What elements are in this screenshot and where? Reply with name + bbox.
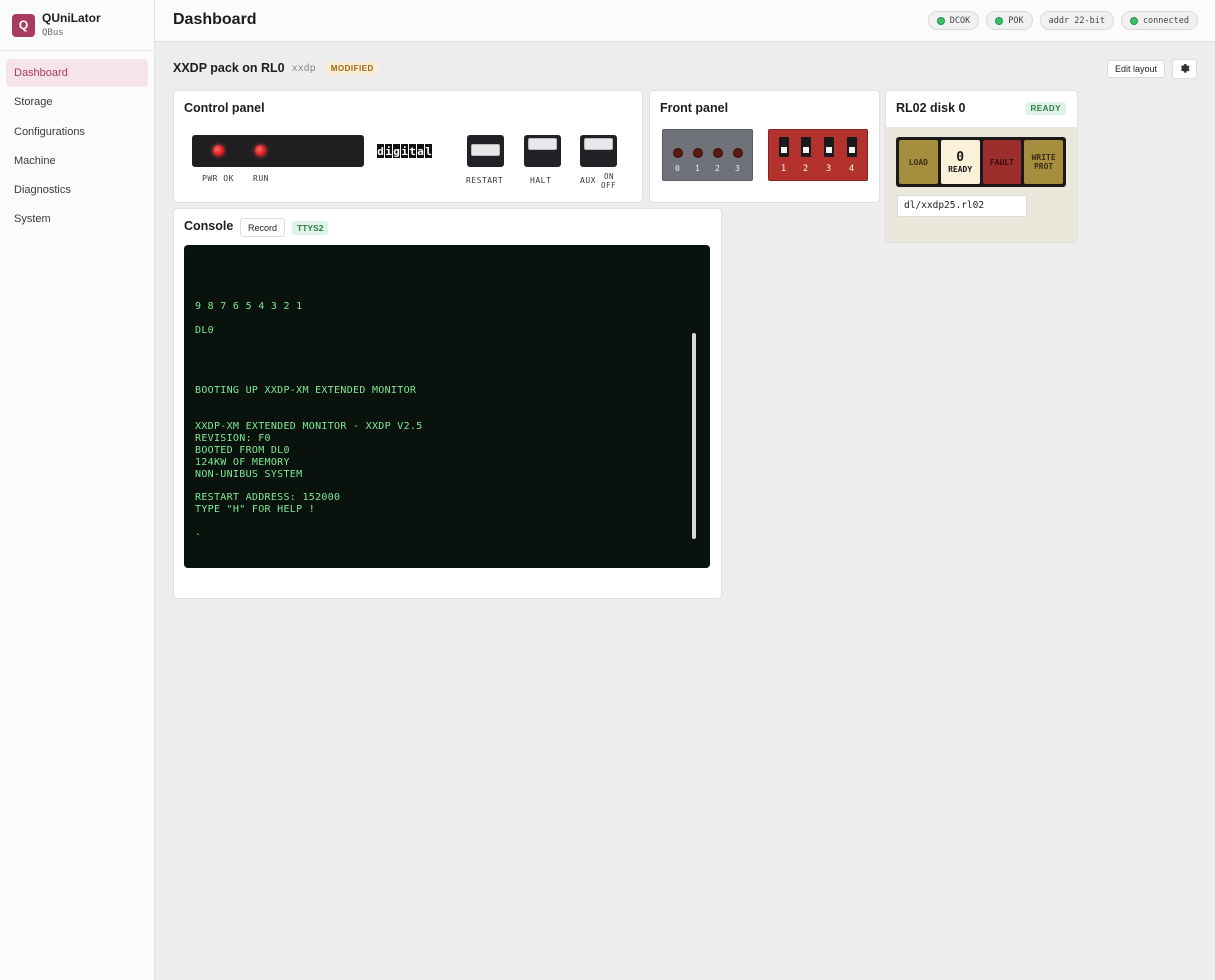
- gear-icon: [1180, 64, 1190, 73]
- status-pok: POK: [986, 11, 1033, 30]
- pwr-ok-label: PWR OK: [202, 174, 234, 183]
- pack-header: XXDP pack on RL0 xxdp MODIFIED: [173, 61, 379, 75]
- status-connected: connected: [1120, 11, 1198, 30]
- status-addr: addr 22-bit: [1039, 11, 1114, 30]
- disk-image-path[interactable]: dl/xxdp25.rl02: [897, 195, 1027, 217]
- app-logo: Q: [12, 13, 35, 37]
- dip-switch-2[interactable]: [801, 137, 811, 157]
- status-dot-icon: [1129, 16, 1138, 25]
- sidebar-item-diagnostics[interactable]: Diagnostics: [6, 176, 148, 204]
- sidebar-item-configurations[interactable]: Configurations: [6, 118, 148, 146]
- console-title: Console: [184, 219, 234, 233]
- sidebar-nav: Dashboard Storage Configurations Machine…: [0, 51, 154, 243]
- terminal-line: REVISION: F0: [195, 433, 271, 444]
- app-subtitle: QBus: [42, 27, 64, 38]
- terminal-line: TYPE "H" FOR HELP !: [195, 504, 316, 515]
- page-title: Dashboard: [173, 11, 257, 28]
- rl02-card: RL02 disk 0 READY LOAD 0 READY FAULT WRI…: [885, 90, 1078, 243]
- digital-logo: d i g i t a l: [377, 144, 432, 158]
- terminal-line: 9 8 7 6 5 4 3 2 1: [195, 301, 303, 312]
- load-button[interactable]: LOAD: [899, 140, 938, 184]
- aux-on-label: ON: [604, 172, 615, 181]
- edit-layout-button[interactable]: Edit layout: [1107, 60, 1166, 78]
- led-1-icon: [693, 148, 703, 158]
- run-led-icon: [255, 145, 266, 156]
- topbar: Dashboard DCOK POK addr 22-bit connected: [155, 0, 1215, 42]
- dip-switch-bank: 1 2 3 4: [768, 129, 868, 181]
- brand: Q QUniLator QBus: [0, 0, 154, 51]
- unit-number: 0: [956, 149, 965, 165]
- dip-label: 3: [826, 164, 832, 174]
- lamp-box: [192, 135, 364, 167]
- led-label: 0: [675, 164, 680, 173]
- record-button[interactable]: Record: [240, 218, 286, 237]
- terminal-line: .: [195, 527, 202, 538]
- ready-badge: READY: [1025, 102, 1066, 115]
- aux-switch[interactable]: [580, 135, 617, 167]
- sidebar-item-storage[interactable]: Storage: [6, 88, 148, 116]
- terminal-line: XXDP-XM EXTENDED MONITOR - XXDP V2.5: [195, 421, 423, 432]
- pack-subtitle: xxdp: [291, 62, 316, 74]
- control-panel-title: Control panel: [184, 101, 265, 115]
- console-card: Console Record TTYS2 9 8 7 6 5 4 3 2 1 D…: [173, 208, 722, 599]
- modified-badge: MODIFIED: [325, 61, 379, 75]
- status-dot-icon: [995, 16, 1004, 25]
- aux-label: AUX: [580, 176, 596, 185]
- halt-label: HALT: [530, 176, 552, 185]
- led-label: 2: [715, 164, 720, 173]
- dip-label: 4: [849, 164, 855, 174]
- restart-switch[interactable]: [467, 135, 504, 167]
- status-dcok: DCOK: [927, 11, 980, 30]
- led-label: 3: [735, 164, 740, 173]
- led-0-icon: [673, 148, 683, 158]
- sidebar-item-system[interactable]: System: [6, 205, 148, 233]
- dip-switch-1[interactable]: [779, 137, 789, 157]
- sidebar-item-dashboard[interactable]: Dashboard: [6, 59, 148, 87]
- dip-switch-3[interactable]: [824, 137, 834, 157]
- status-pills: DCOK POK addr 22-bit connected: [927, 11, 1198, 30]
- terminal[interactable]: 9 8 7 6 5 4 3 2 1 DL0 BOOTING UP XXDP-XM…: [184, 245, 710, 568]
- terminal-line: BOOTED FROM DL0: [195, 445, 290, 456]
- terminal-line: NON-UNIBUS SYSTEM: [195, 469, 303, 480]
- terminal-scrollbar[interactable]: [692, 333, 696, 539]
- led-label: 1: [695, 164, 700, 173]
- pack-title: XXDP pack on RL0: [173, 61, 285, 75]
- led-3-icon: [733, 148, 743, 158]
- dip-label: 2: [803, 164, 809, 174]
- sidebar: Q QUniLator QBus Dashboard Storage Confi…: [0, 0, 155, 980]
- led-bank: 0 1 2 3: [662, 129, 753, 181]
- front-panel-title: Front panel: [660, 101, 729, 115]
- control-panel-card: Control panel PWR OK RUN d i g i t a l R…: [173, 90, 643, 203]
- pwr-ok-led-icon: [213, 145, 224, 156]
- write-protect-button[interactable]: WRITE PROT: [1024, 140, 1063, 184]
- fault-button[interactable]: FAULT: [982, 140, 1022, 184]
- front-panel-card: Front panel 0 1 2 3 1 2 3 4: [649, 90, 880, 203]
- rl02-button-row: LOAD 0 READY FAULT WRITE PROT: [896, 137, 1066, 187]
- terminal-line: BOOTING UP XXDP-XM EXTENDED MONITOR: [195, 385, 417, 396]
- led-2-icon: [713, 148, 723, 158]
- dip-switch-4[interactable]: [847, 137, 857, 157]
- run-label: RUN: [253, 174, 269, 183]
- dip-label: 1: [781, 164, 787, 174]
- settings-button[interactable]: [1172, 59, 1197, 79]
- terminal-line: 124KW OF MEMORY: [195, 457, 290, 468]
- status-dot-icon: [936, 16, 945, 25]
- terminal-line: RESTART ADDRESS: 152000: [195, 492, 341, 503]
- ready-button[interactable]: 0 READY: [940, 140, 980, 184]
- rl02-title: RL02 disk 0: [896, 101, 966, 115]
- sidebar-item-machine[interactable]: Machine: [6, 147, 148, 175]
- terminal-line: DL0: [195, 325, 214, 336]
- halt-switch[interactable]: [524, 135, 561, 167]
- restart-label: RESTART: [466, 176, 504, 185]
- app-name: QUniLator: [42, 10, 101, 25]
- aux-off-label: OFF: [601, 181, 617, 190]
- tty-badge: TTYS2: [292, 221, 329, 235]
